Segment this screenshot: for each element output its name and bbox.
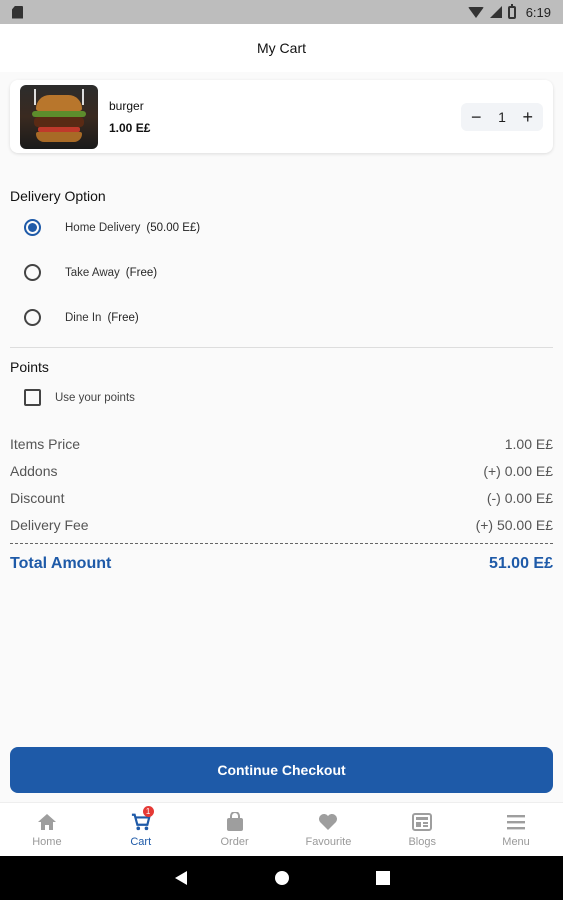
nav-item-favourite[interactable]: Favourite [281,803,375,856]
radio-button-checked[interactable] [24,219,41,236]
product-price: 1.00 E£ [109,120,151,135]
summary-row-discount: Discount (-) 0.00 E£ [10,490,553,506]
delivery-option-title: Delivery Option [10,188,106,204]
product-info: burger 1.00 E£ [109,99,461,135]
product-image [20,84,98,149]
nav-label: Cart [130,835,152,848]
signal-icon [489,6,502,18]
delivery-option-dinein[interactable]: Dine In (Free) [24,309,139,326]
delivery-option-takeaway[interactable]: Take Away (Free) [24,264,157,281]
nav-item-home[interactable]: Home [0,803,94,856]
summary-label: Discount [10,490,65,506]
divider [10,347,553,348]
sd-card-icon [12,5,23,19]
radio-button[interactable] [24,309,41,326]
status-time: 6:19 [525,4,551,20]
summary-label: Delivery Fee [10,517,89,533]
bag-icon [225,811,245,832]
increment-button[interactable]: + [522,108,533,126]
home-icon [37,812,57,832]
status-bar: 6:19 [0,0,563,24]
total-amount-row: Total Amount 51.00 E£ [10,555,553,573]
use-points-checkbox[interactable] [24,389,41,406]
nav-label: Home [32,835,62,848]
delivery-option-label: Dine In [65,311,102,324]
use-points-row[interactable]: Use your points [24,389,135,406]
total-label: Total Amount [10,555,112,572]
cart-item-card[interactable]: burger 1.00 E£ − 1 + [10,80,553,153]
summary-value: 1.00 E£ [504,436,553,452]
dashed-divider [10,543,553,544]
summary-row-addons: Addons (+) 0.00 E£ [10,463,553,479]
nav-item-cart[interactable]: 1 Cart [94,803,188,856]
summary-value: (-) 0.00 E£ [486,490,553,506]
delivery-option-label: Take Away [65,266,120,279]
home-circle-icon[interactable] [274,870,290,886]
nav-label: Blogs [408,835,436,848]
nav-label: Order [220,835,249,848]
total-value: 51.00 E£ [488,555,553,572]
use-points-label: Use your points [55,391,135,404]
delivery-option-price: (50.00 E£) [146,221,201,234]
quantity-value: 1 [498,108,506,125]
product-name: burger [109,98,144,113]
summary-value: (+) 50.00 E£ [475,517,553,533]
recents-icon[interactable] [376,871,391,885]
battery-icon [507,3,516,19]
nav-item-order[interactable]: Order [188,803,282,856]
app-bar: My Cart [0,24,563,72]
summary-label: Addons [10,463,58,479]
decrement-button[interactable]: − [471,108,482,126]
delivery-option-price: (Free) [125,266,158,279]
nav-label: Menu [502,835,530,848]
summary-row-delivery-fee: Delivery Fee (+) 50.00 E£ [10,517,553,533]
bottom-nav: Home 1 Cart Order Favourite Blogs Menu [0,802,563,856]
summary-row-items-price: Items Price 1.00 E£ [10,436,553,452]
nav-item-blogs[interactable]: Blogs [375,803,469,856]
page-title: My Cart [257,40,306,56]
blogs-icon [412,812,433,832]
system-nav-bar [0,856,563,900]
menu-icon [506,812,526,832]
back-icon[interactable] [173,870,189,886]
quantity-stepper: − 1 + [461,102,543,131]
nav-item-menu[interactable]: Menu [469,803,563,856]
wifi-icon [467,6,484,18]
continue-checkout-button[interactable]: Continue Checkout [10,747,553,793]
nav-label: Favourite [305,835,352,848]
delivery-option-price: (Free) [107,311,139,324]
points-title: Points [10,359,49,375]
heart-icon [318,812,338,832]
delivery-option-home[interactable]: Home Delivery (50.00 E£) [24,219,200,236]
delivery-option-label: Home Delivery [65,221,141,234]
summary-value: (+) 0.00 E£ [483,463,553,479]
summary-label: Items Price [10,436,81,452]
cart-badge: 1 [142,806,154,817]
radio-button[interactable] [24,264,41,281]
